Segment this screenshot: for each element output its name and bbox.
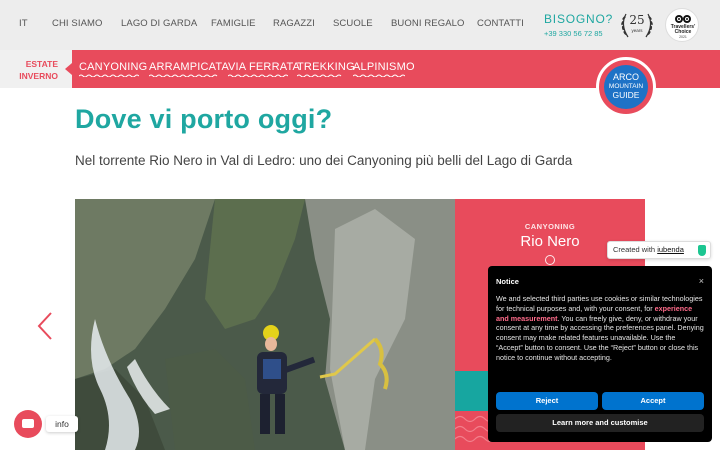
phone-number[interactable]: +39 330 56 72 85	[544, 29, 613, 38]
carousel-prev-icon[interactable]	[36, 311, 54, 341]
nav-item-famiglie[interactable]: FAMIGLIE	[211, 18, 256, 29]
page-title: Dove vi porto oggi?	[75, 104, 333, 134]
notice-title: Notice	[496, 277, 519, 286]
category-arrampicata[interactable]: ARRAMPICATA	[149, 61, 229, 77]
chat-label[interactable]: info	[46, 416, 78, 432]
category-canyoning-label: CANYONING	[79, 61, 148, 73]
season-selector: ESTATE INVERNO	[0, 50, 72, 88]
top-navigation-bar: IT CHI SIAMO LAGO DI GARDA FAMIGLIE RAGA…	[0, 0, 720, 50]
nav-item-scuole[interactable]: SCUOLE	[333, 18, 373, 29]
wave-underline	[149, 74, 218, 77]
chat-bubble-icon	[22, 419, 34, 428]
accept-button[interactable]: Accept	[602, 392, 704, 410]
logo-line3: GUIDE	[612, 90, 640, 100]
wave-underline	[353, 74, 405, 77]
years-label: years	[631, 28, 643, 33]
reject-button[interactable]: Reject	[496, 392, 598, 410]
canyon-illustration	[75, 199, 455, 450]
nav-item-language[interactable]: IT	[19, 18, 28, 29]
wave-underline	[79, 74, 139, 77]
close-icon[interactable]: ×	[699, 276, 704, 286]
logo-line2: MOUNTAIN	[608, 83, 644, 90]
iubenda-credit: Created with iubenda	[613, 245, 684, 254]
wave-underline	[228, 74, 288, 77]
chat-button[interactable]	[14, 410, 42, 438]
canyoning-photo	[75, 199, 455, 450]
notice-text: We and selected third parties use cookie…	[496, 294, 704, 363]
category-canyoning[interactable]: CANYONING	[79, 61, 147, 77]
category-arrampicata-label: ARRAMPICATA	[149, 61, 230, 73]
category-via-ferrata-label: VIA FERRATA	[228, 61, 301, 73]
anniversary-badge: 25 years	[617, 9, 657, 42]
activity-category: CANYONING	[524, 222, 576, 231]
help-contact[interactable]: BISOGNO? +39 330 56 72 85	[544, 12, 613, 38]
nav-item-ragazzi[interactable]: RAGAZZI	[273, 18, 315, 29]
years-number: 25	[629, 13, 645, 27]
season-winter[interactable]: INVERNO	[19, 71, 58, 81]
cookie-notice: Notice × We and selected third parties u…	[488, 266, 712, 442]
owl-icon	[675, 15, 691, 23]
iubenda-created-with: Created with	[613, 245, 656, 254]
season-summer[interactable]: ESTATE	[26, 59, 58, 69]
nav-item-lago-di-garda[interactable]: LAGO DI GARDA	[121, 18, 197, 29]
category-alpinismo-label: ALPINISMO	[353, 61, 415, 73]
iubenda-link[interactable]: iubenda	[657, 245, 684, 254]
category-trekking-label: TREKKING	[297, 61, 355, 73]
category-via-ferrata[interactable]: VIA FERRATA	[228, 61, 300, 77]
wave-underline	[297, 74, 342, 77]
travellers-choice-badge: Travellers' Choice 2021	[665, 8, 699, 42]
travellers-choice-title: Travellers' Choice	[666, 25, 700, 35]
iubenda-shield-icon	[698, 245, 706, 256]
category-alpinismo[interactable]: ALPINISMO	[353, 61, 415, 77]
logo-badge: ARCO MOUNTAIN GUIDE	[604, 65, 648, 109]
nav-item-buoni-regalo[interactable]: BUONI REGALO	[391, 18, 465, 29]
arco-mountain-guide-logo[interactable]: ARCO MOUNTAIN GUIDE	[596, 57, 656, 117]
season-pointer	[65, 63, 72, 75]
category-trekking[interactable]: TREKKING	[297, 61, 355, 77]
iubenda-badge[interactable]: Created with iubenda	[607, 241, 711, 259]
travellers-choice-year: 2021	[679, 35, 687, 39]
learn-more-button[interactable]: Learn more and customise	[496, 414, 704, 432]
clock-icon	[545, 255, 555, 265]
nav-item-contatti[interactable]: CONTATTI	[477, 18, 524, 29]
help-title: BISOGNO?	[544, 12, 614, 26]
nav-item-chi-siamo[interactable]: CHI SIAMO	[52, 18, 103, 29]
logo-line1: ARCO	[612, 72, 639, 82]
page-subtitle: Nel torrente Rio Nero in Val di Ledro: u…	[75, 153, 573, 168]
